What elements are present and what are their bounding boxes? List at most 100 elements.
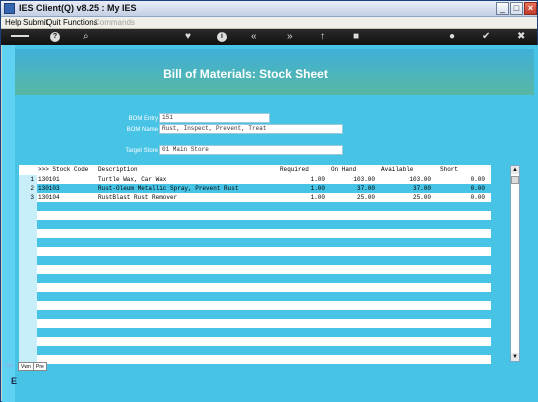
cell-desc: Turtle Wax, Car Wax <box>98 176 167 183</box>
up-arrow-icon[interactable]: ↑ <box>320 31 325 43</box>
cell-desc: RustBlast Rust Remover <box>98 194 178 201</box>
cell-code: 130101 <box>38 176 60 183</box>
grid-header: >>> Stock Code Description Required On H… <box>19 165 491 175</box>
search-icon[interactable]: ⌕ <box>83 31 89 43</box>
left-strip <box>2 45 15 402</box>
bom-entry-field[interactable]: 151 <box>159 113 270 123</box>
info-icon[interactable]: i <box>217 32 227 42</box>
row-number <box>19 247 37 256</box>
row-number <box>19 229 37 238</box>
toolbar: ? ⌕ ♥ i « » ↑ ■ ● ✔ ✖ <box>1 29 537 45</box>
empty-row[interactable] <box>19 229 491 238</box>
table-row[interactable]: 2 130103 Rust-Oleum Metallic Spray, Preven… <box>19 184 491 193</box>
row-number <box>19 202 37 211</box>
scroll-down-icon[interactable]: ▼ <box>511 353 519 361</box>
check-icon[interactable]: ✔ <box>482 31 490 43</box>
help-icon[interactable]: ? <box>50 32 60 42</box>
page-title: Bill of Materials: Stock Sheet <box>163 67 328 81</box>
cell-available: 25.00 <box>412 194 431 201</box>
empty-row[interactable] <box>19 337 491 346</box>
stop-icon[interactable]: ■ <box>353 31 359 43</box>
row-number <box>19 274 37 283</box>
minimize-button[interactable]: _ <box>496 2 509 15</box>
menu-quit[interactable]: Quit <box>46 17 61 29</box>
row-number <box>19 310 37 319</box>
menu-submit[interactable]: Submit <box>23 17 48 29</box>
empty-row[interactable] <box>19 310 491 319</box>
target-store-field[interactable]: 01 Main Store <box>159 145 343 155</box>
close-window-button[interactable]: × <box>524 2 537 15</box>
row-number <box>19 328 37 337</box>
title-bar[interactable]: IES Client(Q) v8.25 : My IES _ □ × <box>1 1 537 17</box>
row-number <box>19 337 37 346</box>
rewind-icon[interactable]: « <box>251 31 257 43</box>
empty-row[interactable] <box>19 202 491 211</box>
scroll-up-icon[interactable]: ▲ <box>511 166 519 174</box>
empty-row[interactable] <box>19 274 491 283</box>
scroll-thumb[interactable] <box>511 176 519 184</box>
cell-required: 1.00 <box>310 176 325 183</box>
table-row[interactable]: 3 130104 RustBlast Rust Remover 1.00 25.00 25… <box>19 193 491 202</box>
cell-short: 0.00 <box>470 176 485 183</box>
row-number <box>19 301 37 310</box>
cell-required: 1.00 <box>310 185 325 192</box>
row-number <box>19 319 37 328</box>
empty-row[interactable] <box>19 211 491 220</box>
row-number <box>19 292 37 301</box>
row-number <box>19 283 37 292</box>
cell-available: 37.00 <box>412 185 431 192</box>
menu-help[interactable]: Help <box>5 17 21 29</box>
empty-row[interactable] <box>19 319 491 328</box>
fast-forward-icon[interactable]: » <box>287 31 293 43</box>
menu-functions[interactable]: Functions <box>63 17 98 29</box>
bom-entry-label: BOM Entry <box>128 116 158 122</box>
bom-name-field[interactable]: Rust, Inspect, Prevent, Treat <box>159 124 343 134</box>
cell-required: 1.00 <box>310 194 325 201</box>
empty-row[interactable] <box>19 346 491 355</box>
col-available[interactable]: Available <box>381 165 413 175</box>
col-required[interactable]: Required <box>280 165 309 175</box>
stock-grid: >>> Stock Code Description Required On H… <box>19 165 491 364</box>
empty-row[interactable] <box>19 265 491 274</box>
cell-on-hand: 37.00 <box>356 185 375 192</box>
heart-icon[interactable]: ♥ <box>185 31 191 43</box>
col-stock-code[interactable]: >>> Stock Code <box>38 165 88 175</box>
tab-vwn[interactable]: Vwn <box>18 362 34 371</box>
tab-sel[interactable]: Sel <box>4 362 15 371</box>
cell-desc: Rust-Oleum Metallic Spray, Prevent Rust <box>98 185 239 192</box>
target-store-label: Target Store <box>125 148 158 154</box>
row-number <box>19 346 37 355</box>
cell-code: 130104 <box>38 194 60 201</box>
empty-row[interactable] <box>19 355 491 364</box>
cell-code: 130103 <box>38 185 60 192</box>
key-icon[interactable] <box>11 35 29 40</box>
empty-row[interactable] <box>19 238 491 247</box>
tab-pre[interactable]: Pre <box>33 362 47 371</box>
status-letter: E <box>11 376 18 386</box>
col-on-hand[interactable]: On Hand <box>331 165 356 175</box>
empty-row[interactable] <box>19 328 491 337</box>
vertical-scrollbar[interactable]: ▲ ▼ <box>510 165 520 362</box>
cell-on-hand: 25.00 <box>356 194 375 201</box>
col-short[interactable]: Short <box>440 165 458 175</box>
app-window: IES Client(Q) v8.25 : My IES _ □ × Help … <box>0 0 538 402</box>
col-description[interactable]: Description <box>98 165 138 175</box>
row-number: 3 <box>19 193 37 202</box>
row-number <box>19 238 37 247</box>
cell-on-hand: 103.00 <box>353 176 375 183</box>
row-number <box>19 220 37 229</box>
maximize-button[interactable]: □ <box>510 2 523 15</box>
content-area: Bill of Materials: Stock Sheet BOM Entry… <box>2 45 538 402</box>
globe-icon[interactable]: ● <box>449 31 455 43</box>
view-tabs: Sel Vwn Pre <box>2 362 52 371</box>
empty-row[interactable] <box>19 256 491 265</box>
empty-row[interactable] <box>19 247 491 256</box>
bom-name-label: BOM Name <box>126 127 158 133</box>
close-icon[interactable]: ✖ <box>517 31 525 43</box>
empty-row[interactable] <box>19 301 491 310</box>
table-row[interactable]: 1 130101 Turtle Wax, Car Wax 1.00 103.00 103.… <box>19 175 491 184</box>
row-number: 1 <box>19 175 37 184</box>
empty-row[interactable] <box>19 292 491 301</box>
empty-row[interactable] <box>19 220 491 229</box>
empty-row[interactable] <box>19 283 491 292</box>
